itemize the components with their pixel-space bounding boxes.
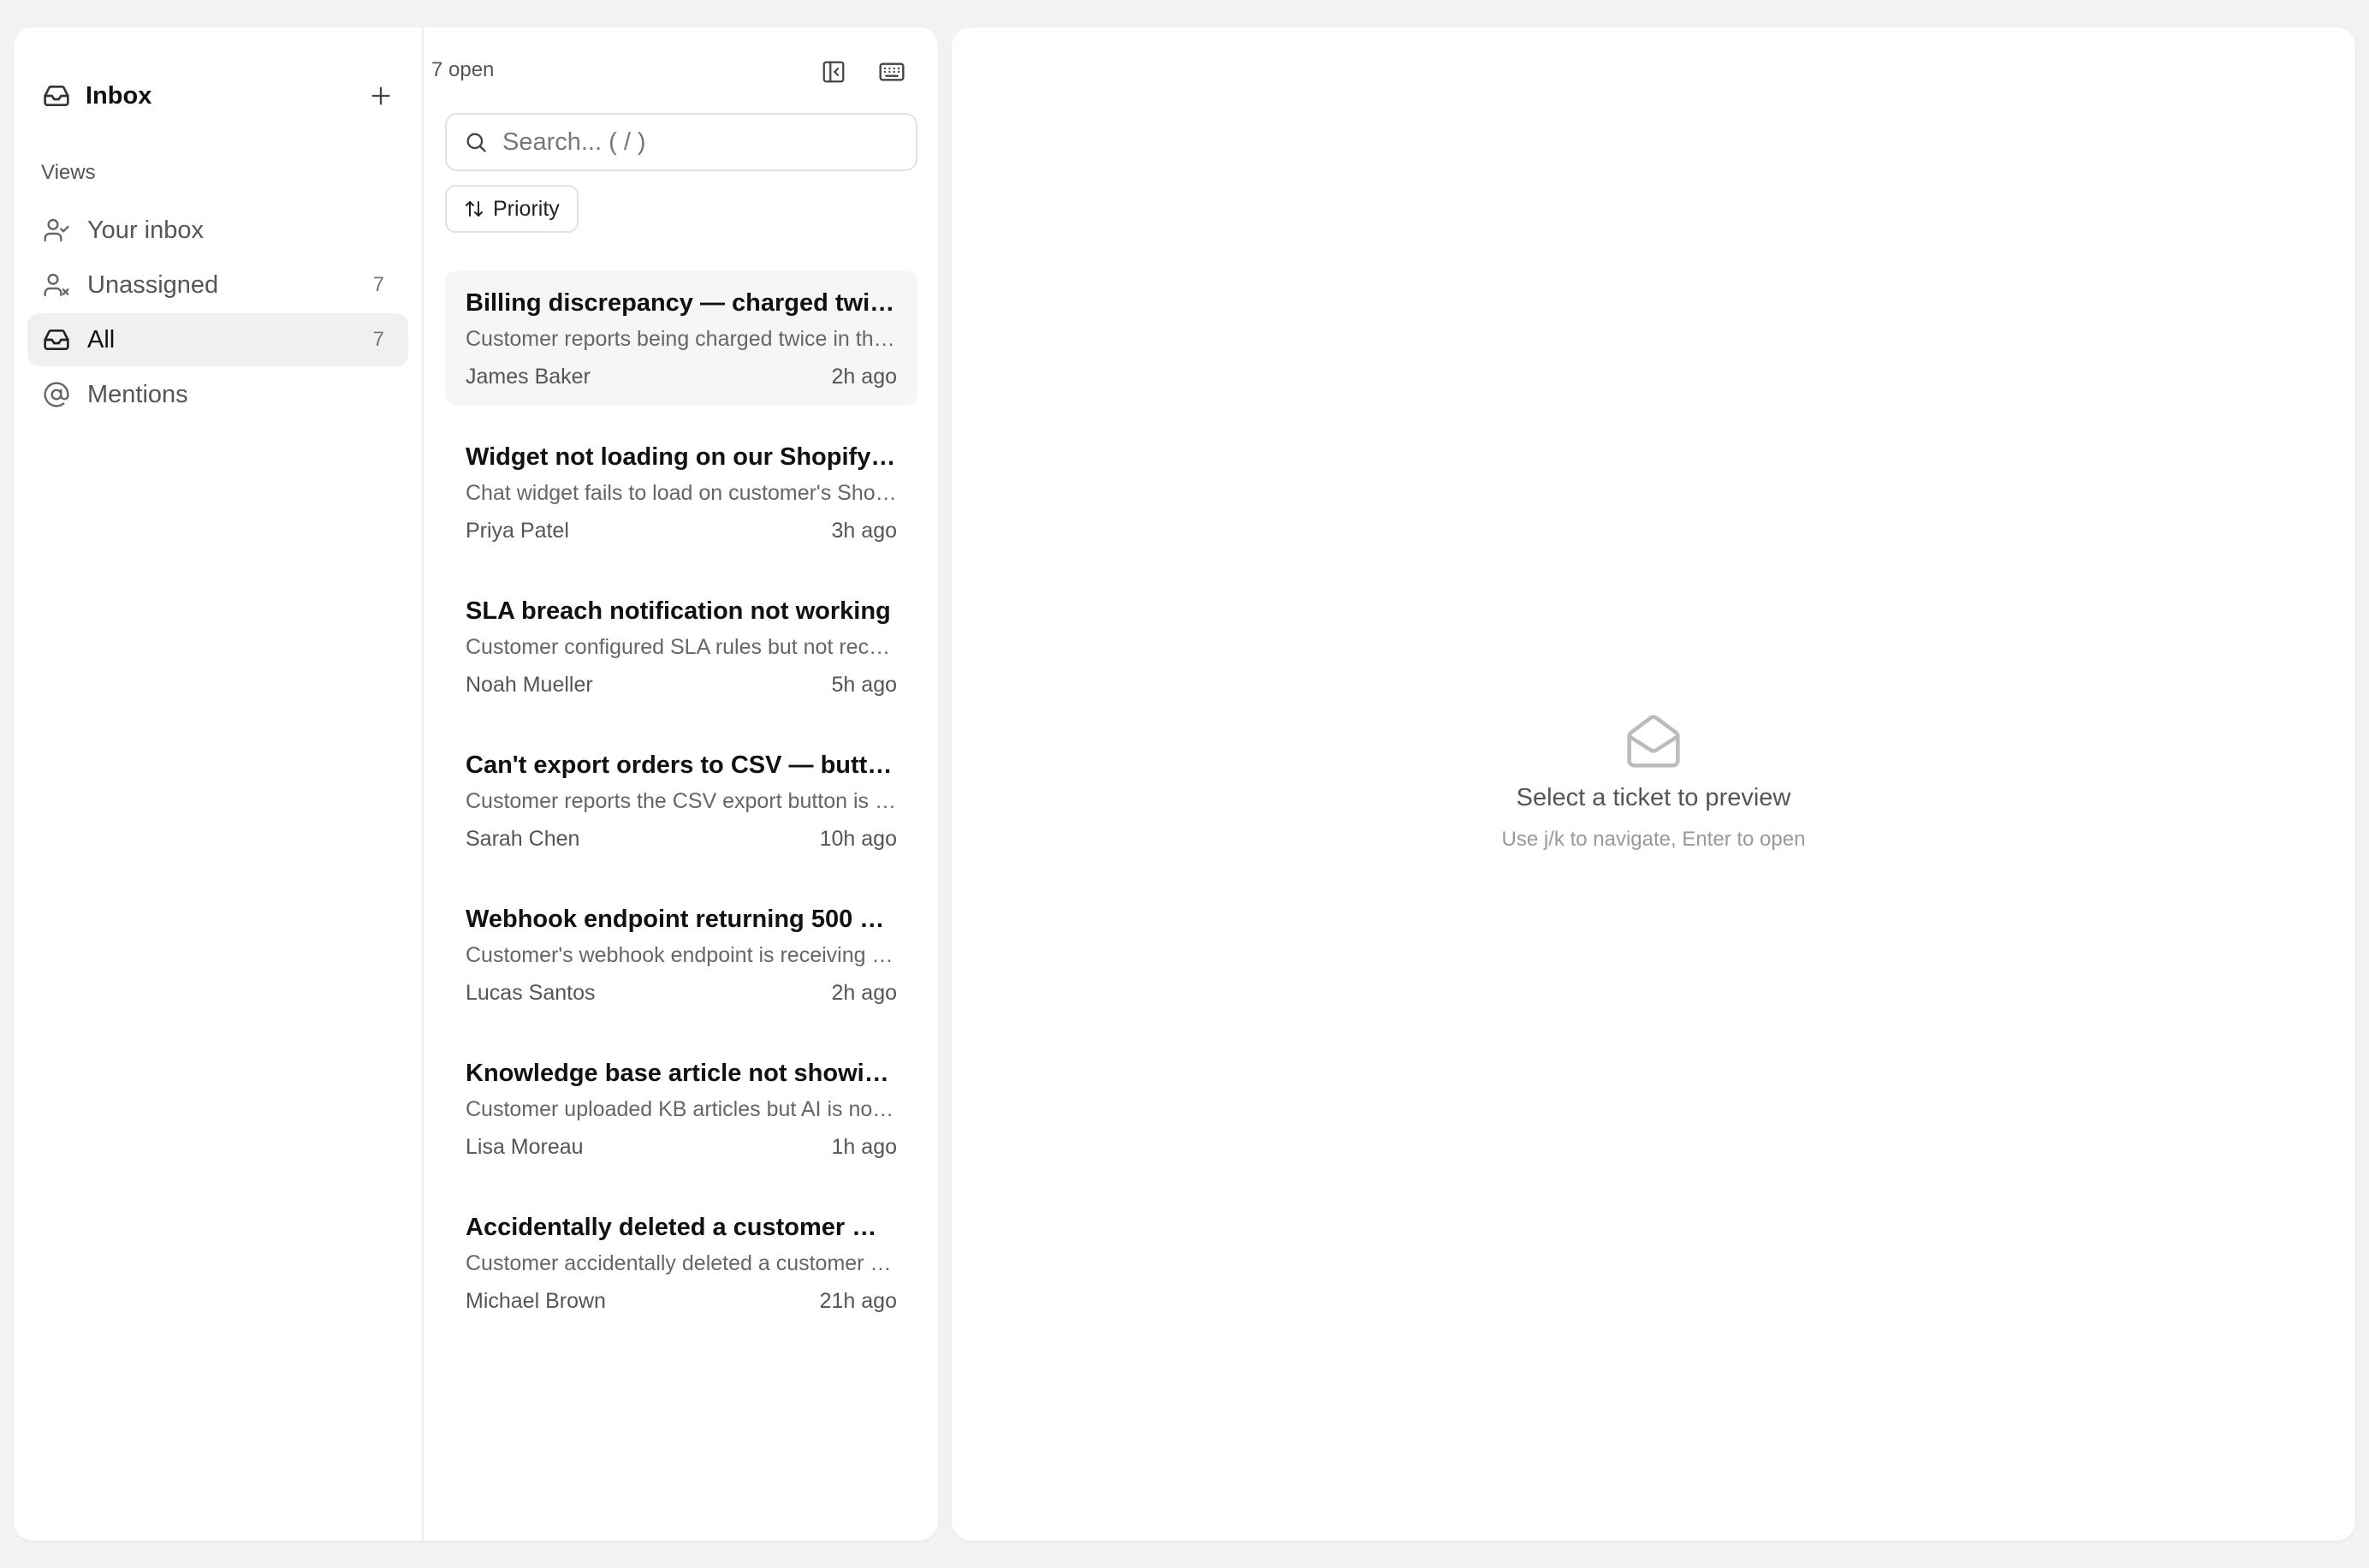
ticket-subject: SLA breach notification not working bbox=[466, 597, 891, 625]
views-nav: Your inbox Unassigned 7 All 7 Mentions bbox=[27, 204, 408, 423]
ticket-time: 2h ago bbox=[831, 981, 897, 1005]
ticket-customer: Lucas Santos bbox=[466, 981, 596, 1005]
search-box bbox=[445, 113, 917, 171]
user-check-icon bbox=[41, 215, 72, 246]
sidebar-item-unassigned[interactable]: Unassigned 7 bbox=[27, 258, 408, 312]
ticket-row[interactable]: Knowledge base article not showing in AI… bbox=[445, 1041, 917, 1176]
preview-panel: Select a ticket to preview Use j/k to na… bbox=[952, 27, 2355, 1541]
keyboard-icon bbox=[879, 62, 905, 81]
ticket-meta: Noah Mueller 5h ago bbox=[466, 669, 897, 700]
ticket-meta: Priya Patel 3h ago bbox=[466, 515, 897, 546]
ticket-row[interactable]: Can't export orders to CSV — button grey… bbox=[445, 733, 917, 868]
add-button[interactable] bbox=[364, 79, 398, 113]
inbox-icon bbox=[41, 324, 72, 355]
sidebar-item-label: Mentions bbox=[87, 380, 188, 408]
ticket-time: 1h ago bbox=[831, 1135, 897, 1159]
sidebar-header: Inbox bbox=[41, 79, 398, 113]
mail-open-icon bbox=[1624, 712, 1683, 770]
ticket-row[interactable]: SLA breach notification not working Cust… bbox=[445, 579, 917, 714]
sort-button[interactable]: Priority bbox=[445, 185, 579, 233]
ticket-subject: Knowledge base article not showing in AI… bbox=[466, 1060, 897, 1087]
ticket-time: 10h ago bbox=[819, 827, 897, 851]
ticket-customer: Michael Brown bbox=[466, 1289, 606, 1313]
ticket-customer: James Baker bbox=[466, 365, 591, 389]
ticket-customer: Lisa Moreau bbox=[466, 1135, 584, 1159]
ticket-customer: Sarah Chen bbox=[466, 827, 580, 851]
search-icon bbox=[464, 128, 490, 157]
sidebar-item-your-inbox[interactable]: Your inbox bbox=[27, 204, 408, 257]
ticket-preview: Customer accidentally deleted a customer… bbox=[466, 1251, 897, 1275]
toggle-sidebar-button[interactable] bbox=[815, 53, 852, 91]
user-x-icon bbox=[41, 270, 72, 300]
ticket-time: 2h ago bbox=[831, 365, 897, 389]
ticket-meta: Lucas Santos 2h ago bbox=[466, 977, 897, 1008]
sidebar-item-all[interactable]: All 7 bbox=[27, 313, 408, 366]
ticket-subject: Can't export orders to CSV — button grey… bbox=[466, 751, 897, 779]
ticket-meta: James Baker 2h ago bbox=[466, 361, 897, 392]
keyboard-shortcuts-button[interactable] bbox=[873, 53, 911, 91]
empty-hint: Use j/k to navigate, Enter to open bbox=[1501, 828, 1806, 851]
sidebar-item-count: 7 bbox=[372, 273, 384, 296]
ticket-list: Billing discrepancy — charged twice Cust… bbox=[445, 270, 917, 1349]
app-root: Inbox Views Your inbox Unassigned 7 All … bbox=[0, 0, 2369, 1568]
ticket-meta: Sarah Chen 10h ago bbox=[466, 823, 897, 854]
sidebar-item-label: Unassigned bbox=[87, 270, 219, 299]
panel-left-icon bbox=[822, 61, 845, 83]
open-count: 7 open bbox=[431, 58, 495, 81]
ticket-customer: Noah Mueller bbox=[466, 673, 593, 697]
ticket-row[interactable]: Accidentally deleted a customer — can we… bbox=[445, 1195, 917, 1330]
ticket-time: 21h ago bbox=[819, 1289, 897, 1313]
sidebar-item-label: All bbox=[87, 325, 116, 353]
empty-state: Select a ticket to preview Use j/k to na… bbox=[952, 712, 2355, 852]
ticket-row[interactable]: Widget not loading on our Shopify store … bbox=[445, 425, 917, 560]
ticket-row[interactable]: Webhook endpoint returning 500 errors Cu… bbox=[445, 887, 917, 1022]
ticket-row[interactable]: Billing discrepancy — charged twice Cust… bbox=[445, 270, 917, 406]
sidebar-item-label: Your inbox bbox=[87, 216, 204, 244]
list-toolbar bbox=[815, 53, 911, 91]
ticket-preview: Customer reports the CSV export button i… bbox=[466, 789, 897, 813]
sort-label: Priority bbox=[493, 196, 560, 221]
at-sign-icon bbox=[41, 379, 72, 410]
ticket-preview: Customer reports being charged twice in … bbox=[466, 327, 897, 351]
sidebar: Inbox Views Your inbox Unassigned 7 All … bbox=[14, 27, 424, 1541]
ticket-time: 5h ago bbox=[831, 673, 897, 697]
ticket-preview: Chat widget fails to load on customer's … bbox=[466, 481, 897, 505]
empty-title: Select a ticket to preview bbox=[1516, 784, 1791, 811]
ticket-meta: Lisa Moreau 1h ago bbox=[466, 1131, 897, 1162]
ticket-preview: Customer uploaded KB articles but AI is … bbox=[466, 1097, 897, 1121]
sidebar-title: Inbox bbox=[86, 81, 152, 110]
ticket-preview: Customer configured SLA rules but not re… bbox=[466, 635, 897, 659]
ticket-subject: Webhook endpoint returning 500 errors bbox=[466, 906, 897, 933]
search-input[interactable] bbox=[502, 128, 899, 157]
ticket-meta: Michael Brown 21h ago bbox=[466, 1286, 897, 1316]
ticket-subject: Accidentally deleted a customer — can we… bbox=[466, 1214, 897, 1241]
sidebar-item-mentions[interactable]: Mentions bbox=[27, 368, 408, 421]
plus-icon bbox=[371, 86, 390, 105]
ticket-customer: Priya Patel bbox=[466, 519, 569, 543]
ticket-time: 3h ago bbox=[831, 519, 897, 543]
ticket-subject: Billing discrepancy — charged twice bbox=[466, 289, 897, 317]
sidebar-item-count: 7 bbox=[372, 328, 384, 351]
ticket-subject: Widget not loading on our Shopify store bbox=[466, 443, 897, 471]
ticket-preview: Customer's webhook endpoint is receiving… bbox=[466, 943, 897, 967]
sort-arrows-icon bbox=[466, 201, 483, 217]
inbox-icon bbox=[41, 80, 72, 111]
views-heading: Views bbox=[41, 161, 96, 184]
